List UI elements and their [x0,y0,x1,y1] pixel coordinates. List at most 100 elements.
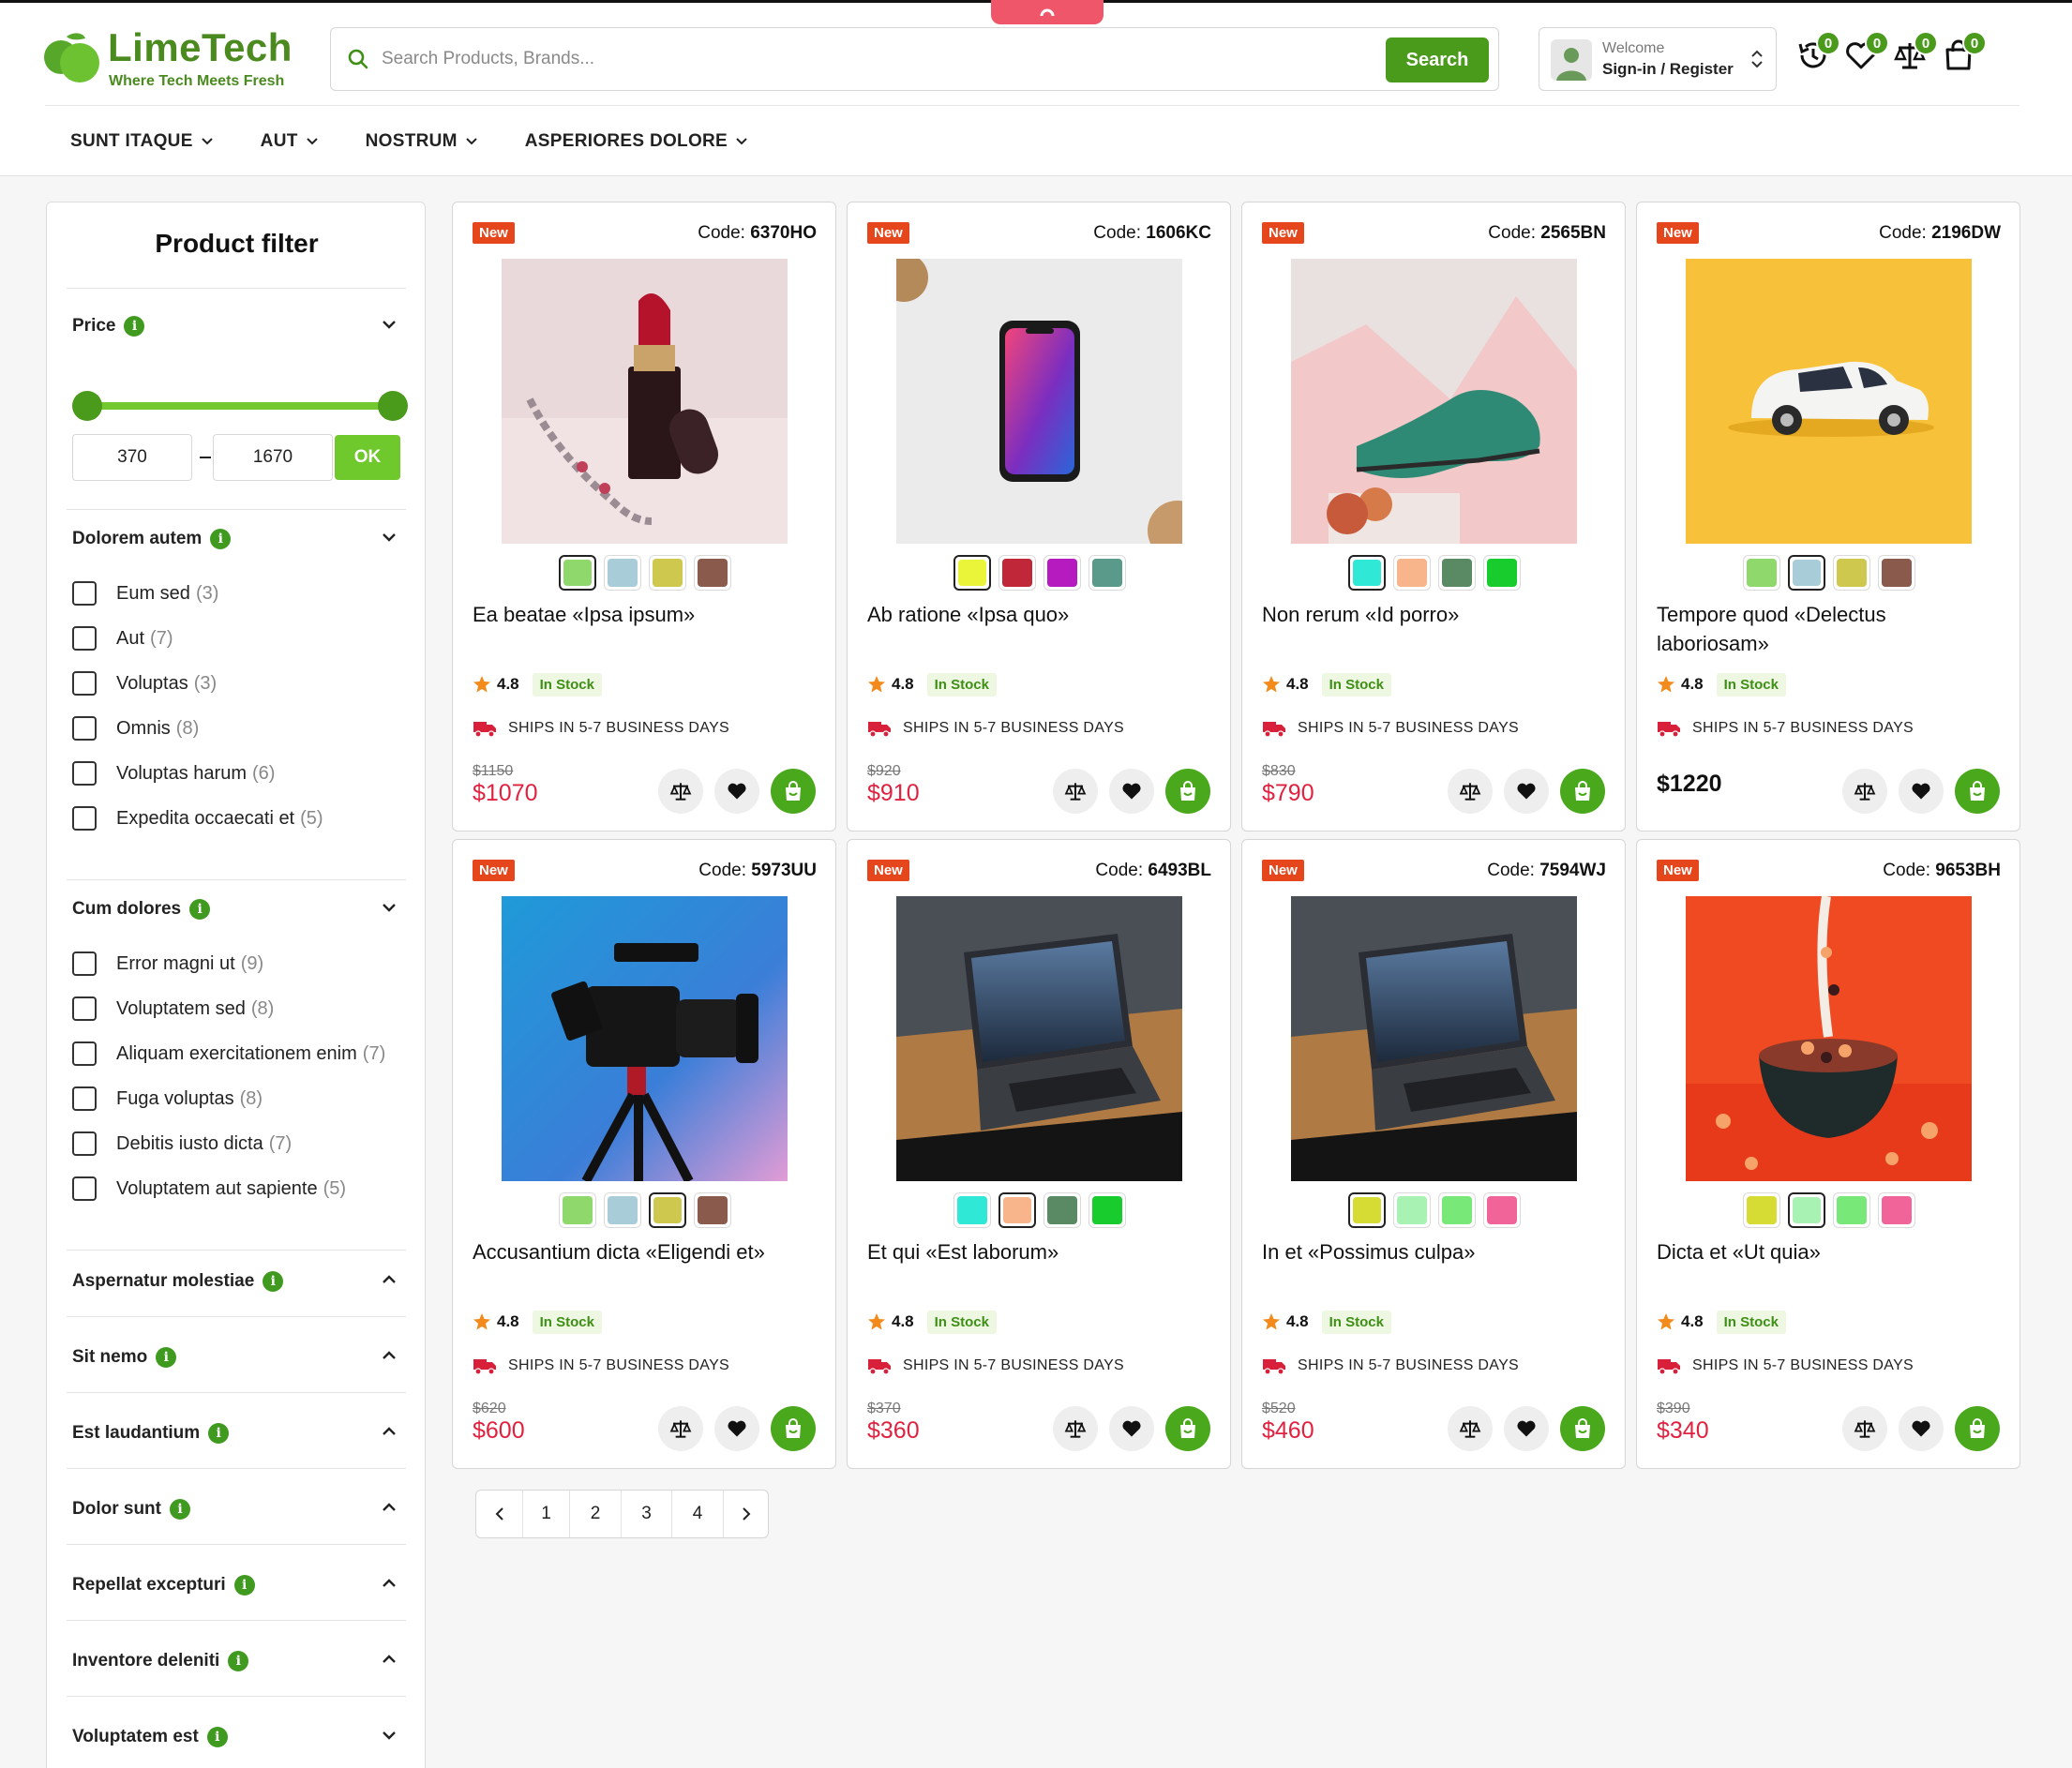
compare-button[interactable] [658,769,703,814]
product-card[interactable]: New Code: 2565BN Non rerum «Id porro» 4.8 In… [1241,202,1626,832]
filter-option[interactable]: Expedita occaecati et (5) [72,804,406,832]
color-swatch[interactable] [1788,555,1825,591]
wishlist-button[interactable] [714,1406,759,1451]
product-card[interactable]: New Code: 7594WJ In et «Possimus culpa» 4.8… [1241,839,1626,1469]
product-image[interactable] [1686,259,1972,544]
logo[interactable]: LimeTech Where Tech Meets Fresh [42,23,295,97]
product-title[interactable]: Tempore quod «Delectus laboriosam» [1657,600,2004,658]
product-image[interactable] [896,896,1182,1181]
color-swatch[interactable] [1044,1192,1081,1228]
color-swatch[interactable] [1044,555,1081,591]
filter-option[interactable]: Debitis iusto dicta (7) [72,1130,406,1158]
add-to-cart-button[interactable] [1165,1406,1210,1451]
slider-min-handle[interactable] [72,391,102,421]
price-filter-header[interactable]: Price i [72,313,406,341]
filter-option[interactable]: Omnis (8) [72,714,406,742]
color-swatch[interactable] [1348,1192,1386,1228]
checkbox[interactable] [72,1131,97,1156]
filter-section-header[interactable]: Dolorem autem i [72,526,406,554]
checkbox[interactable] [72,581,97,606]
nav-item-nostrum[interactable]: NOSTRUM [366,125,478,158]
compare-button[interactable] [1053,1406,1098,1451]
filter-section-header[interactable]: Repellat excepturi i [72,1572,406,1600]
filter-section-header[interactable]: Dolor sunt i [72,1496,406,1524]
search-input[interactable] [382,41,1319,77]
filter-option[interactable]: Eum sed (3) [72,579,406,607]
add-to-cart-button[interactable] [1955,1406,2000,1451]
filter-section-header[interactable]: Cum dolores i [72,896,406,924]
signin-register-link[interactable]: Sign-in / Register [1602,60,1734,79]
add-to-cart-button[interactable] [771,769,816,814]
product-title[interactable]: Ea beatae «Ipsa ipsum» [473,600,819,629]
wishlist-button[interactable] [1504,769,1549,814]
color-swatch[interactable] [1833,1192,1870,1228]
filter-option[interactable]: Voluptatem sed (8) [72,995,406,1023]
price-max-input[interactable]: 1670 [213,434,333,481]
checkbox[interactable] [72,626,97,651]
color-swatch[interactable] [1393,1192,1431,1228]
compare-button[interactable] [1448,769,1493,814]
product-image[interactable] [1291,896,1577,1181]
account-selector[interactable]: Welcome Sign-in / Register [1539,27,1777,91]
product-title[interactable]: Non rerum «Id porro» [1262,600,1609,629]
color-swatch[interactable] [1743,1192,1780,1228]
checkbox[interactable] [72,951,97,976]
wishlist-button[interactable] [1899,769,1944,814]
product-title[interactable]: Accusantium dicta «Eligendi et» [473,1237,819,1266]
wishlist-button[interactable] [1899,1406,1944,1451]
wishlist-button[interactable] [1504,1406,1549,1451]
compare-button[interactable] [1842,1406,1887,1451]
compare-button[interactable] [1842,769,1887,814]
color-swatch[interactable] [1878,1192,1915,1228]
wishlist-button[interactable] [1109,1406,1154,1451]
filter-option[interactable]: Error magni ut (9) [72,950,406,978]
filter-section-header[interactable]: Sit nemo i [72,1344,406,1372]
checkbox[interactable] [72,671,97,696]
product-image[interactable] [502,259,788,544]
product-card[interactable]: New Code: 6493BL Et qui «Est laborum» 4.8 In… [847,839,1231,1469]
add-to-cart-button[interactable] [1165,769,1210,814]
color-swatch[interactable] [694,555,731,591]
product-card[interactable]: New Code: 9653BH Dicta et «Ut quia» 4.8 In S… [1636,839,2020,1469]
checkbox[interactable] [72,806,97,831]
filter-option[interactable]: Voluptas harum (6) [72,759,406,787]
product-card[interactable]: New Code: 2196DW Tempore quod «Delectus la… [1636,202,2020,832]
product-image[interactable] [1686,896,1972,1181]
product-card[interactable]: New Code: 5973UU Accusantium dicta «Eligen… [452,839,836,1469]
product-card[interactable]: New Code: 1606KC Ab ratione «Ipsa quo» 4.8 I… [847,202,1231,832]
color-swatch[interactable] [649,1192,686,1228]
color-swatch[interactable] [1878,555,1915,591]
compare-button[interactable]: 0 [1893,31,1938,80]
color-swatch[interactable] [559,555,596,591]
price-range-slider[interactable] [72,390,408,422]
history-button[interactable]: 0 [1795,31,1840,80]
checkbox[interactable] [72,1176,97,1201]
color-swatch[interactable] [1788,1192,1825,1228]
add-to-cart-button[interactable] [1560,1406,1605,1451]
checkbox[interactable] [72,1041,97,1066]
filter-section-header[interactable]: Inventore deleniti i [72,1648,406,1676]
add-to-cart-button[interactable] [1560,769,1605,814]
checkbox[interactable] [72,996,97,1021]
product-card[interactable]: New Code: 6370HO Ea beatae «Ipsa ipsum» 4.8… [452,202,836,832]
compare-button[interactable] [658,1406,703,1451]
add-to-cart-button[interactable] [771,1406,816,1451]
nav-item-aut[interactable]: AUT [261,125,319,158]
color-swatch[interactable] [1089,555,1126,591]
compare-button[interactable] [1448,1406,1493,1451]
color-swatch[interactable] [649,555,686,591]
color-swatch[interactable] [998,1192,1036,1228]
price-min-input[interactable]: 370 [72,434,192,481]
filter-option[interactable]: Aliquam exercitationem enim (7) [72,1040,406,1068]
color-swatch[interactable] [559,1192,596,1228]
compare-button[interactable] [1053,769,1098,814]
color-swatch[interactable] [953,1192,991,1228]
checkbox[interactable] [72,761,97,786]
color-swatch[interactable] [1438,555,1476,591]
nav-item-sunt-itaque[interactable]: SUNT ITAQUE [70,125,214,158]
nav-item-asperiores-dolore[interactable]: ASPERIORES DOLORE [525,125,748,158]
filter-option[interactable]: Fuga voluptas (8) [72,1085,406,1113]
wishlist-button[interactable] [714,769,759,814]
product-title[interactable]: Dicta et «Ut quia» [1657,1237,2004,1266]
color-swatch[interactable] [1089,1192,1126,1228]
